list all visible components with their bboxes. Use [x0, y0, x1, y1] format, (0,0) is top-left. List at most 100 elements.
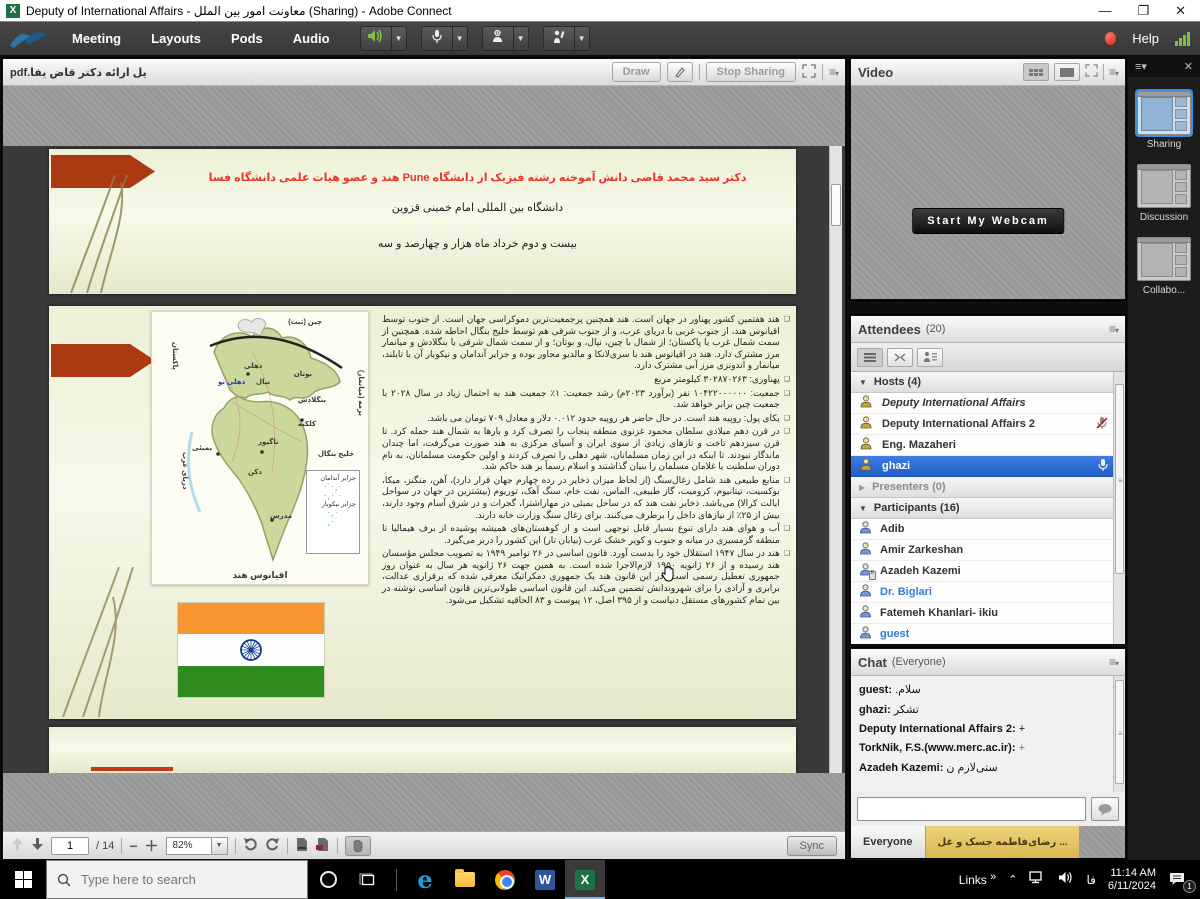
connection-status-icon[interactable]: [1175, 32, 1190, 46]
breakout-view-button[interactable]: [887, 348, 913, 367]
attendee-row[interactable]: Deputy International Affairs 2: [851, 414, 1125, 435]
attendee-row[interactable]: Adib: [851, 519, 1125, 540]
video-pod-menu-icon[interactable]: ≡▾: [1109, 65, 1118, 79]
microphone-icon: [431, 29, 443, 49]
show-hidden-icons-button[interactable]: ⌃: [1008, 873, 1017, 886]
network-tray-icon[interactable]: [1029, 870, 1046, 889]
menu-item[interactable]: Pods: [219, 25, 275, 52]
page-down-button[interactable]: [31, 837, 44, 854]
taskbar-word[interactable]: W: [525, 860, 565, 899]
zoom-dropdown-arrow[interactable]: ▼: [212, 837, 228, 855]
map-label: دریای عرب: [180, 452, 188, 489]
taskbar-adobe-connect[interactable]: X: [565, 860, 605, 899]
layout-item-sharing[interactable]: Sharing: [1135, 91, 1193, 150]
page-up-button[interactable]: [11, 837, 24, 854]
participant-avatar-icon: [859, 584, 872, 600]
start-button[interactable]: [0, 860, 46, 899]
rotate-left-button[interactable]: [243, 837, 258, 854]
attendees-pod-menu-icon[interactable]: ≡▾: [1109, 322, 1118, 336]
attendees-scrollbar-thumb[interactable]: ≡: [1115, 384, 1124, 574]
raise-hand-control[interactable]: ▼: [543, 26, 590, 51]
chat-message-input[interactable]: [857, 797, 1086, 821]
document-scrollbar-thumb[interactable]: [831, 184, 841, 226]
layout-item-discussion[interactable]: Discussion: [1135, 164, 1193, 223]
chat-scrollbar[interactable]: ≡: [1113, 676, 1125, 792]
webcam-control[interactable]: ▼: [482, 26, 529, 51]
taskbar-file-explorer[interactable]: [445, 860, 485, 899]
restore-button[interactable]: ❐: [1137, 4, 1149, 18]
start-webcam-button[interactable]: Start My Webcam: [912, 208, 1064, 234]
chat-tab-private[interactable]: ... رضای‌فاطمه جسک و غل: [926, 826, 1081, 858]
share-pod-menu-icon[interactable]: ≡▾: [829, 65, 838, 79]
layouts-menu-icon[interactable]: ≡▾: [1135, 60, 1147, 73]
zoom-level-select[interactable]: 82% ▼: [166, 837, 228, 855]
word-icon: W: [535, 870, 555, 890]
volume-tray-icon[interactable]: [1058, 871, 1074, 889]
attendee-row[interactable]: Fatemeh Khanlari- ikiu: [851, 603, 1125, 624]
cortana-button[interactable]: [308, 860, 348, 899]
zoom-out-button[interactable]: −: [129, 839, 137, 853]
attendees-scrollbar[interactable]: ≡: [1113, 372, 1125, 644]
attendee-row[interactable]: Eng. Mazaheri: [851, 435, 1125, 456]
close-button[interactable]: ✕: [1175, 4, 1186, 18]
attendee-row[interactable]: Deputy International Affairs: [851, 393, 1125, 414]
filmstrip-view-button[interactable]: [1023, 63, 1049, 81]
attendee-row[interactable]: Amir Zarkeshan: [851, 540, 1125, 561]
menu-item[interactable]: Meeting: [60, 25, 133, 52]
hosts-group-header[interactable]: ▼Hosts (4): [851, 372, 1125, 393]
pan-tool-button[interactable]: [345, 836, 371, 856]
microphone-dropdown-arrow[interactable]: ▼: [453, 26, 468, 51]
sharing-layout-thumbnail[interactable]: [1137, 91, 1191, 135]
menu-item[interactable]: Audio: [281, 25, 342, 52]
action-center-button[interactable]: 1: [1168, 871, 1190, 889]
stop-sharing-button[interactable]: Stop Sharing: [706, 62, 796, 82]
attendee-row[interactable]: Dr. Biglari: [851, 582, 1125, 603]
page-number-input[interactable]: [51, 837, 89, 855]
fullscreen-icon[interactable]: [802, 64, 816, 81]
page-total-label: / 14: [96, 840, 114, 852]
chat-pod-menu-icon[interactable]: ≡▾: [1109, 655, 1118, 669]
chat-scrollbar-thumb[interactable]: ≡: [1115, 680, 1124, 784]
task-view-button[interactable]: [348, 860, 388, 899]
attendee-row[interactable]: ghazi: [851, 456, 1125, 477]
zoom-in-button[interactable]: ＋: [145, 839, 159, 853]
pdf-document-area[interactable]: دکتر سید محمد قاضی دانش آموخته رشته فیزی…: [3, 146, 845, 773]
taskbar-chrome[interactable]: [485, 860, 525, 899]
rotate-right-button[interactable]: [265, 837, 280, 854]
sync-button[interactable]: Sync: [787, 836, 837, 856]
presenters-group-header[interactable]: ▶Presenters (0): [851, 477, 1125, 498]
menu-item[interactable]: Layouts: [139, 25, 213, 52]
attendee-row[interactable]: ⠿ Azadeh Kazemi: [851, 561, 1125, 582]
attendee-list-view-button[interactable]: [857, 348, 883, 367]
language-indicator[interactable]: فا: [1086, 873, 1095, 887]
taskbar-search[interactable]: [46, 860, 308, 899]
fit-width-button[interactable]: [295, 837, 308, 855]
search-input[interactable]: [81, 872, 261, 887]
taskbar-edge[interactable]: e: [405, 860, 445, 899]
video-fullscreen-icon[interactable]: [1085, 64, 1098, 80]
collaboration-layout-thumbnail[interactable]: [1137, 237, 1191, 281]
single-view-button[interactable]: [1054, 63, 1080, 81]
chat-tab-everyone[interactable]: Everyone: [851, 826, 926, 858]
webcam-dropdown-arrow[interactable]: ▼: [514, 26, 529, 51]
links-toolbar[interactable]: Links »: [959, 873, 996, 887]
minimize-button[interactable]: —: [1098, 4, 1111, 18]
help-menu[interactable]: Help: [1132, 31, 1159, 46]
speaker-control[interactable]: ▼: [360, 26, 407, 51]
send-chat-button[interactable]: [1091, 797, 1119, 821]
pointer-tool-button[interactable]: [667, 62, 693, 82]
raise-hand-dropdown-arrow[interactable]: ▼: [575, 26, 590, 51]
discussion-layout-thumbnail[interactable]: [1137, 164, 1191, 208]
draw-button[interactable]: Draw: [612, 62, 661, 82]
layout-item-collaboration[interactable]: Collabo...: [1135, 237, 1193, 296]
attendee-row[interactable]: guest: [851, 624, 1125, 644]
layouts-close-icon[interactable]: ✕: [1184, 60, 1193, 73]
speaker-dropdown-arrow[interactable]: ▼: [392, 26, 407, 51]
microphone-control[interactable]: ▼: [421, 26, 468, 51]
india-flag-image: [177, 602, 325, 698]
attendee-status-view-button[interactable]: [917, 348, 943, 367]
taskbar-clock[interactable]: 11:14 AM 6/11/2024: [1108, 867, 1156, 893]
participants-group-header[interactable]: ▼Participants (16): [851, 498, 1125, 519]
document-scrollbar[interactable]: [829, 146, 842, 773]
fit-page-button[interactable]: [315, 837, 330, 855]
